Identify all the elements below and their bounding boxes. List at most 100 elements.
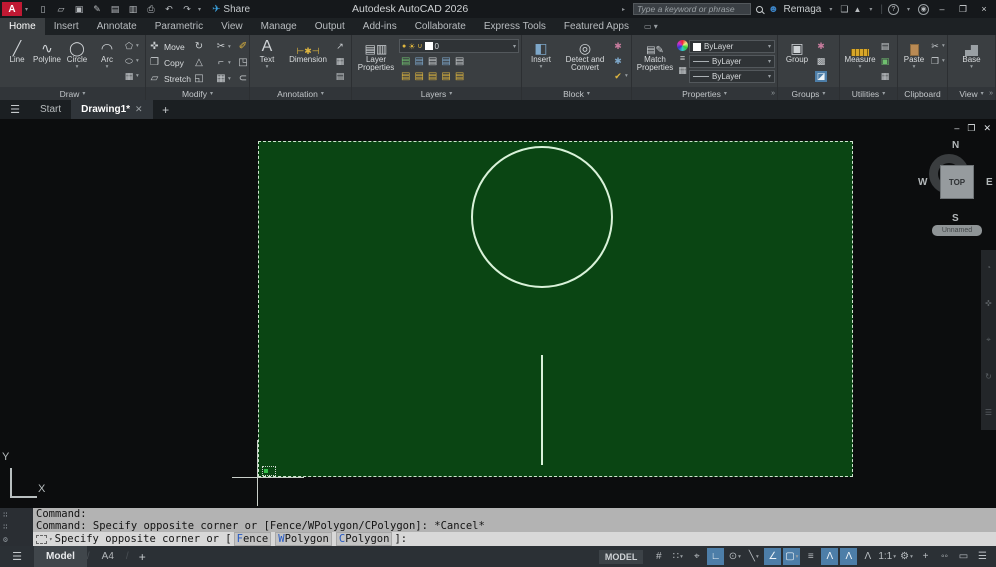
block-attributes-icon[interactable]: ✔ ▾ (612, 69, 628, 83)
annotation-monitor-icon[interactable]: + ▾ (917, 548, 934, 565)
redo-icon[interactable]: ↷ (179, 2, 195, 16)
leader-icon[interactable]: ↗ (334, 39, 346, 53)
arc-tool[interactable]: ◠ Arc ▾ (92, 37, 122, 87)
command-option-chip[interactable]: CPolygon (335, 532, 393, 546)
autodesk-menu-caret-icon[interactable]: ▾ (866, 6, 875, 13)
app-menu-caret-icon[interactable]: ▾ (22, 6, 31, 13)
fillet-icon[interactable]: ⌐ ▾ (214, 57, 236, 68)
measure-button[interactable]: Measure ▾ (842, 37, 878, 87)
isolate-objects-icon[interactable]: ◦◦ ▾ (936, 548, 953, 565)
transparency-icon[interactable]: ▦ (678, 65, 687, 76)
copy-tool[interactable]: ❐ Copy (148, 55, 191, 70)
command-history-icon[interactable]: ∷ (3, 522, 8, 531)
linetype-dropdown[interactable]: ByLayer ▾ (689, 70, 775, 83)
polar-tracking-icon[interactable]: ⊙ ▾ (726, 548, 743, 565)
app-logo[interactable]: A (2, 2, 22, 16)
polygon-tool-icon[interactable]: ⬠ ▾ (123, 39, 139, 53)
help-icon[interactable]: ? (887, 3, 899, 15)
rotate-icon[interactable]: ↻▾ (192, 41, 214, 52)
command-option-chip[interactable]: Fence (233, 532, 272, 546)
ribbon-tab[interactable]: Annotate (88, 18, 146, 35)
ribbon-tab[interactable]: Express Tools (475, 18, 555, 35)
ortho-mode-icon[interactable]: ∟ ▾ (707, 548, 725, 565)
compass-south[interactable]: S (952, 213, 959, 224)
layout-tab-model[interactable]: Model (34, 546, 87, 567)
compass-west[interactable]: W (918, 177, 927, 188)
search-collapse-icon[interactable]: ▸ (619, 6, 628, 13)
dimension-tool[interactable]: ⊢✱⊣ Dimension (283, 37, 333, 87)
drawn-circle[interactable] (471, 146, 613, 288)
command-prompt-line[interactable]: ⚙ ▾ Specify opposite corner or [ Fence WP… (0, 532, 996, 546)
snap-mode-icon[interactable]: ∷ ▾ (669, 548, 686, 565)
clipboard-panel-label[interactable]: Clipboard (898, 87, 947, 100)
color-wheel-icon[interactable] (677, 40, 688, 51)
layout-menu-icon[interactable]: ☰ (0, 546, 34, 567)
layer-properties-button[interactable]: ▤▥ Layer Properties (354, 37, 398, 87)
annotation-panel-label[interactable]: Annotation ▾ (250, 87, 351, 100)
ribbon-tab[interactable]: Add-ins (354, 18, 406, 35)
block-create-icon[interactable]: ✱▾ (612, 54, 628, 68)
ungroup-icon[interactable]: ✱ (815, 39, 827, 53)
layer-unlock-icon[interactable]: ▤ (428, 71, 437, 82)
new-layout-button[interactable]: + (129, 546, 156, 567)
scale-value[interactable]: 1:1 ▾ (878, 548, 896, 565)
share-button[interactable]: ✈ Share (212, 4, 250, 15)
layer-unisolate-icon[interactable]: ▤ (401, 71, 410, 82)
close-button[interactable]: × (976, 4, 992, 14)
new-file-icon[interactable]: ▯ (35, 2, 51, 16)
ellipse-tool-icon[interactable]: ⬭ ▾ (123, 54, 139, 68)
search-icon[interactable] (756, 5, 763, 13)
full-navigation-wheel-icon[interactable]: ◔ (986, 263, 991, 272)
autoscale-icon[interactable]: Λ ▾ (840, 548, 858, 565)
layer-freeze-icon[interactable]: ▤ (428, 56, 437, 67)
mirror-icon[interactable]: △▾ (192, 57, 214, 68)
object-snap-icon[interactable]: ▢ ▾ (783, 548, 801, 565)
text-tool[interactable]: A Text ▾ (252, 37, 282, 87)
user-menu-caret-icon[interactable]: ▾ (826, 6, 835, 13)
showmotion-icon[interactable]: ☰ (985, 408, 992, 417)
plot-icon[interactable]: ▤ (107, 2, 123, 16)
orbit-icon[interactable]: ↻ (985, 372, 992, 381)
tab-drawing1[interactable]: Drawing1* ✕ (71, 100, 153, 119)
viewport-restore-icon[interactable]: ❐ (967, 123, 975, 134)
layer-thaw-icon[interactable]: ▤ (414, 71, 423, 82)
insert-block-button[interactable]: ◧ Insert ▾ (524, 37, 558, 87)
match-properties-button[interactable]: ▤✎ Match Properties (634, 37, 676, 87)
layout-tab-a4[interactable]: A4 (90, 546, 126, 567)
help-menu-caret-icon[interactable]: ▾ (904, 6, 913, 13)
draw-panel-label[interactable]: Draw ▾ (0, 87, 145, 100)
modify-panel-label[interactable]: Modify ▾ (146, 87, 249, 100)
minimize-button[interactable]: – (934, 4, 950, 14)
lineweight-dropdown[interactable]: ByLayer ▾ (689, 55, 775, 68)
group-edit-icon[interactable]: ▩ (815, 54, 827, 68)
save-as-icon[interactable]: ✎ (89, 2, 105, 16)
layer-match-icon[interactable]: ▤ (455, 71, 464, 82)
user-name[interactable]: Remaga (784, 4, 822, 15)
object-snap-tracking-icon[interactable]: ∠ ▾ (764, 548, 782, 565)
ribbon-tab[interactable]: Output (306, 18, 354, 35)
paste-button[interactable]: Paste ▾ (900, 37, 928, 87)
new-drawing-button[interactable]: + (153, 100, 179, 119)
scale-icon[interactable]: ◱▾ (192, 73, 214, 84)
dynamic-input-icon[interactable]: ⌖ ▾ (688, 548, 705, 565)
quick-calculator-icon[interactable]: ▦ (879, 69, 891, 83)
markup-icon[interactable]: ▤ (334, 69, 346, 83)
autodesk-app-icon[interactable]: ▲ (853, 5, 861, 14)
ribbon-tab[interactable]: Collaborate (406, 18, 475, 35)
print-icon[interactable]: ⎙ (143, 2, 159, 16)
search-input[interactable]: Type a keyword or phrase (633, 3, 751, 15)
drawing-canvas[interactable]: Y X – ❐ ✕ N S W E TOP Unnamed ◔ ✜ ⌖ ↻ ☰ (0, 119, 996, 508)
drawn-line[interactable] (541, 355, 543, 465)
assistant-icon[interactable]: ◉ (918, 3, 929, 15)
pan-icon[interactable]: ✜ (985, 299, 992, 308)
cut-icon[interactable]: ✂ ▾ (929, 39, 945, 53)
isometric-drafting-icon[interactable]: ╲ ▾ (745, 548, 762, 565)
utilities-panel-label[interactable]: Utilities ▾ (840, 87, 897, 100)
table-icon[interactable]: ▦ (334, 54, 346, 68)
layer-lock-icon[interactable]: ▤ (441, 56, 450, 67)
file-tabs-menu-icon[interactable]: ☰ (0, 100, 30, 119)
annotation-scale-icon[interactable]: Λ ▾ (859, 548, 876, 565)
ribbon-tab[interactable]: Parametric (146, 18, 212, 35)
array-icon[interactable]: ▦ ▾ (214, 73, 236, 84)
lineweight-icon[interactable]: ≡ ▾ (802, 548, 819, 565)
